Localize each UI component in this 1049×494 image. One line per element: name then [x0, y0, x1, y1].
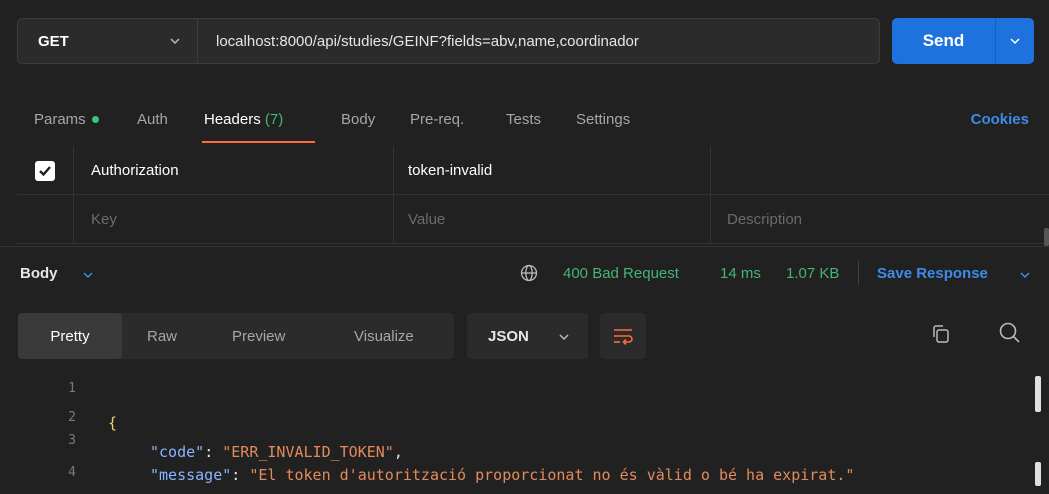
search-icon[interactable] [998, 321, 1022, 345]
checkmark-icon [39, 165, 51, 176]
globe-icon[interactable] [520, 264, 538, 282]
tab-headers-count: (7) [264, 111, 284, 128]
view-preview[interactable]: Preview [232, 313, 285, 359]
view-mode-tabs: Pretty Raw Preview Visualize [18, 313, 454, 359]
response-body-dropdown[interactable]: Body [20, 265, 58, 282]
tab-params-label: Params [34, 111, 86, 128]
value-input[interactable]: Value [394, 195, 711, 244]
wrap-lines-icon [614, 329, 633, 345]
description-input[interactable]: Description [711, 195, 1049, 244]
code-line: 4 } [0, 462, 1049, 484]
response-header: Body 400 Bad Request 14 ms 1.07 KB Save … [0, 247, 1049, 299]
empty-checkbox-cell [17, 195, 74, 244]
scrollbar[interactable] [1044, 228, 1049, 246]
line-number: 4 [68, 465, 76, 480]
scrollbar[interactable] [1035, 462, 1041, 486]
table-row: Authorization token-invalid [17, 146, 1049, 195]
code-line: 3 "message": "El token d'autorització pr… [0, 430, 1049, 484]
code-line: 2 "code": "ERR_INVALID_TOKEN", [0, 407, 1049, 461]
row-checkbox-cell [17, 146, 74, 195]
scrollbar[interactable] [1035, 376, 1041, 412]
tab-auth[interactable]: Auth [137, 111, 168, 128]
request-tabs: Params Auth Headers (7) Body Pre-req. Te… [0, 100, 1049, 146]
send-button[interactable]: Send [892, 18, 1034, 64]
chevron-down-icon[interactable] [1019, 269, 1031, 281]
method-label: GET [38, 32, 69, 50]
wrap-lines-button[interactable] [600, 313, 646, 359]
tab-settings[interactable]: Settings [576, 111, 630, 128]
url-bar: GET localhost:8000/api/studies/GEINF?fie… [17, 18, 880, 64]
chevron-down-icon[interactable] [82, 269, 94, 281]
header-value-cell[interactable]: token-invalid [394, 146, 711, 195]
view-visualize[interactable]: Visualize [354, 313, 414, 359]
format-label: JSON [488, 327, 529, 345]
save-response-button[interactable]: Save Response [877, 265, 988, 282]
table-row: Key Value Description [17, 195, 1049, 244]
send-options-button[interactable] [996, 18, 1034, 64]
line-number: 3 [68, 433, 76, 448]
header-description-cell[interactable] [711, 146, 1049, 195]
response-time[interactable]: 14 ms [720, 265, 761, 282]
method-select[interactable]: GET [18, 19, 198, 63]
chevron-down-icon [559, 334, 569, 341]
tab-body[interactable]: Body [341, 111, 375, 128]
cookies-link[interactable]: Cookies [971, 111, 1029, 128]
tab-tests[interactable]: Tests [506, 111, 541, 128]
format-select[interactable]: JSON [467, 313, 588, 359]
divider [858, 261, 859, 285]
view-pretty[interactable]: Pretty [18, 313, 122, 359]
response-body-code[interactable]: 1 { 2 "code": "ERR_INVALID_TOKEN", 3 "me… [0, 376, 1049, 494]
tab-pre-request[interactable]: Pre-req. [410, 111, 464, 128]
line-number: 1 [68, 381, 76, 396]
view-raw[interactable]: Raw [147, 313, 177, 359]
params-indicator-dot [91, 115, 99, 123]
status-badge[interactable]: 400 Bad Request [563, 265, 679, 282]
key-input[interactable]: Key [74, 195, 394, 244]
code-line: 1 { [0, 378, 1049, 432]
row-checkbox[interactable] [35, 160, 55, 181]
url-input[interactable]: localhost:8000/api/studies/GEINF?fields=… [198, 33, 639, 50]
copy-icon[interactable] [930, 323, 952, 345]
send-label[interactable]: Send [892, 18, 996, 64]
response-size[interactable]: 1.07 KB [786, 265, 839, 282]
headers-table: Authorization token-invalid Key Value De… [17, 146, 1049, 244]
active-tab-underline [202, 141, 315, 143]
line-number: 2 [68, 410, 76, 425]
tab-headers-label: Headers [204, 111, 261, 128]
header-key-cell[interactable]: Authorization [74, 146, 394, 195]
tab-headers[interactable]: Headers (7) [204, 111, 283, 128]
chevron-down-icon [1010, 38, 1020, 45]
tab-params[interactable]: Params [34, 111, 99, 128]
chevron-down-icon [170, 38, 180, 45]
